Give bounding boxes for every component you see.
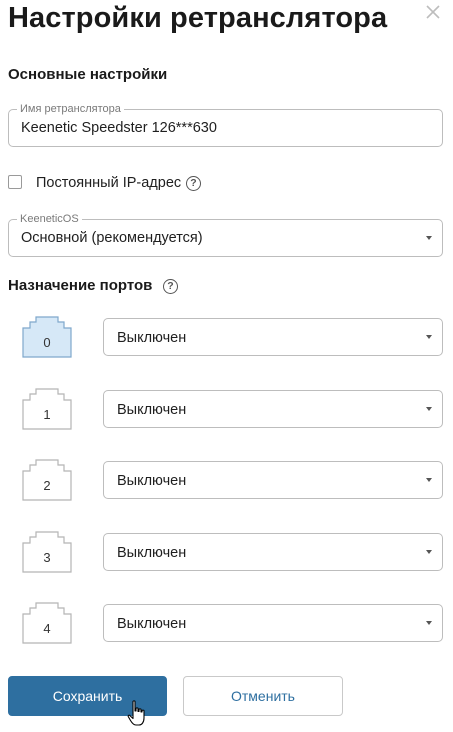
chevron-down-icon [426, 407, 432, 411]
cancel-button[interactable]: Отменить [183, 676, 343, 716]
chevron-down-icon [426, 478, 432, 482]
ethernet-port-icon: 3 [22, 531, 72, 573]
repeater-name-label: Имя ретранслятора [17, 102, 124, 116]
keeneticos-value: Основной (рекомендуется) [21, 230, 203, 246]
ethernet-port-icon: 1 [22, 388, 72, 430]
port-number: 2 [43, 478, 51, 493]
port-mode-value: Выключен [117, 330, 187, 346]
hand-pointer-icon [127, 700, 145, 726]
port-3-mode-select[interactable]: Выключен [103, 533, 443, 571]
chevron-down-icon [426, 335, 432, 339]
port-mode-value: Выключен [117, 616, 187, 632]
repeater-name-field[interactable]: Имя ретранслятора Keenetic Speedster 126… [8, 102, 443, 147]
port-number: 4 [43, 621, 51, 636]
port-number: 0 [43, 335, 51, 350]
port-mode-value: Выключен [117, 473, 187, 489]
ethernet-port-icon: 4 [22, 602, 72, 644]
chevron-down-icon [426, 550, 432, 554]
port-mode-value: Выключен [117, 402, 187, 418]
port-2-mode-select[interactable]: Выключен [103, 461, 443, 499]
static-ip-label: Постоянный IP-адрес [36, 175, 182, 191]
port-mode-value: Выключен [117, 545, 187, 561]
port-0-mode-select[interactable]: Выключен [103, 318, 443, 356]
ethernet-port-icon: 0 [22, 316, 72, 358]
keeneticos-label: KeeneticOS [17, 212, 82, 226]
keeneticos-select[interactable]: KeeneticOS Основной (рекомендуется) [8, 212, 443, 257]
static-ip-checkbox[interactable] [8, 175, 22, 189]
chevron-down-icon [426, 236, 432, 240]
close-icon[interactable] [424, 3, 442, 21]
ethernet-port-icon: 2 [22, 459, 72, 501]
basic-settings-heading: Основные настройки [8, 66, 168, 83]
ports-heading: Назначение портов [8, 277, 153, 294]
port-1-mode-select[interactable]: Выключен [103, 390, 443, 428]
port-number: 3 [43, 550, 51, 565]
chevron-down-icon [426, 621, 432, 625]
help-icon[interactable]: ? [163, 279, 178, 294]
port-4-mode-select[interactable]: Выключен [103, 604, 443, 642]
page-title: Настройки ретранслятора [8, 2, 388, 34]
port-number: 1 [43, 407, 51, 422]
repeater-name-value: Keenetic Speedster 126***630 [21, 120, 217, 136]
help-icon[interactable]: ? [186, 176, 201, 191]
